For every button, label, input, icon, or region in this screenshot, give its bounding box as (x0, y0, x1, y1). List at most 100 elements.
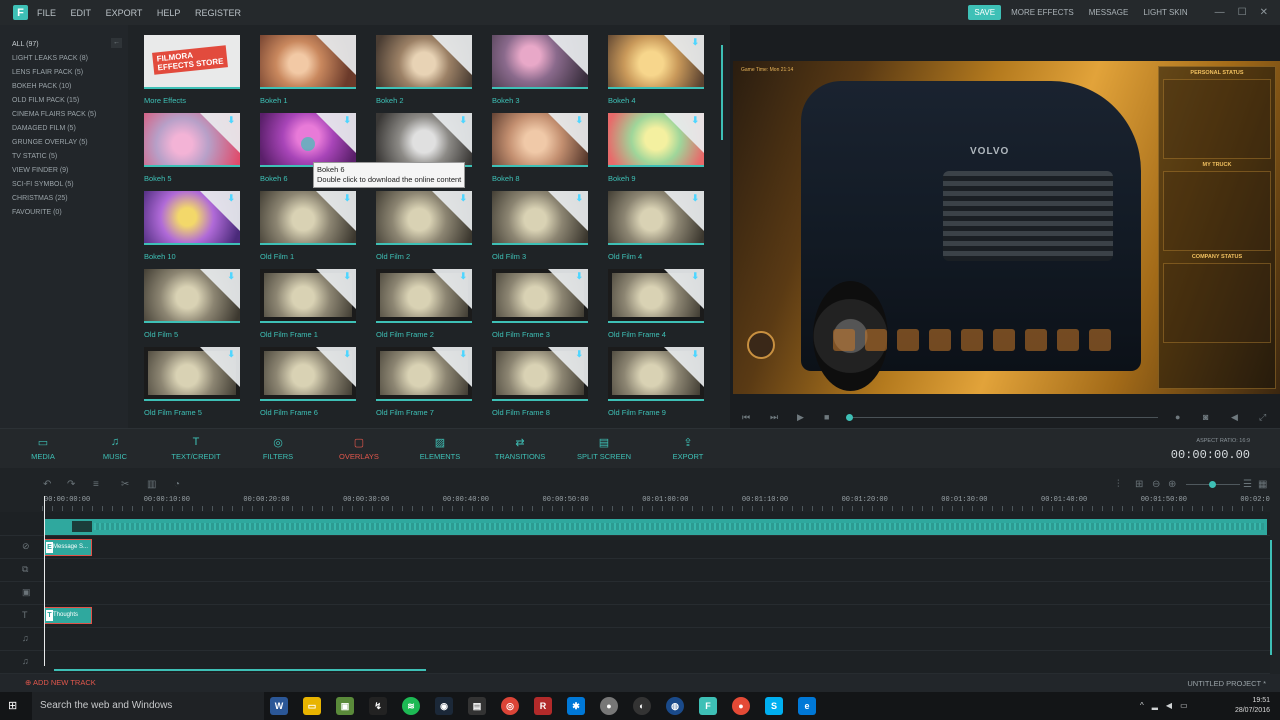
step-icon[interactable]: ⏭ (770, 412, 778, 423)
effect-thumbnail[interactable]: ⬇ (608, 191, 704, 245)
skype-icon[interactable]: S (765, 697, 783, 715)
audio-mixer-icon[interactable]: ⫶ (1117, 479, 1120, 490)
effect-tile[interactable]: ⬇ Old Film Frame 2 (376, 269, 472, 339)
track-text[interactable]: T T Thoughts (0, 605, 1270, 628)
effect-tile[interactable]: ⬇ Old Film Frame 6 (260, 347, 356, 417)
effect-tile[interactable]: FILMORA EFFECTS STORE More Effects (144, 35, 240, 105)
skip-back-icon[interactable]: ⏮ (742, 412, 750, 423)
download-icon[interactable]: ⬇ (691, 37, 699, 48)
effect-tile[interactable]: ⬇ Bokeh 9 (608, 113, 704, 183)
add-track-button[interactable]: ⊕ ADD NEW TRACK (25, 678, 96, 687)
download-icon[interactable]: ⬇ (227, 271, 235, 282)
effect-thumbnail[interactable]: ⬇ (608, 269, 704, 323)
list-view-icon[interactable]: ☰ (1243, 479, 1252, 490)
effect-thumbnail[interactable]: ⬇ (492, 191, 588, 245)
tab-split-screen[interactable]: ▤ SPLIT SCREEN (569, 436, 639, 461)
playhead[interactable] (44, 496, 45, 666)
clock[interactable]: 19:51 28/07/2016 (1235, 696, 1270, 716)
browser-icon[interactable]: ◍ (666, 697, 684, 715)
category-bokeh[interactable]: BOKEH PACK (10) (0, 80, 128, 94)
download-icon[interactable]: ⬇ (691, 271, 699, 282)
grid-view-icon[interactable]: ▦ (1258, 479, 1267, 490)
microphone-icon[interactable]: ● (1175, 412, 1180, 422)
effect-tile[interactable]: ⬇ Old Film 3 (492, 191, 588, 261)
download-icon[interactable]: ⬇ (691, 193, 699, 204)
download-icon[interactable]: ⬇ (459, 349, 467, 360)
effect-thumbnail[interactable]: ⬇ (492, 113, 588, 167)
download-icon[interactable]: ⬇ (459, 193, 467, 204)
effect-tile[interactable]: Bokeh 3 (492, 35, 588, 105)
windows-start-icon[interactable]: ⊞ (8, 699, 22, 713)
effect-tile[interactable]: Bokeh 2 (376, 35, 472, 105)
track-video[interactable] (0, 512, 1270, 536)
download-icon[interactable]: ⬇ (575, 271, 583, 282)
download-icon[interactable]: ⬇ (227, 349, 235, 360)
app-icon[interactable]: ↯ (369, 697, 387, 715)
effect-tile[interactable]: ⬇ Old Film Frame 1 (260, 269, 356, 339)
download-icon[interactable]: ⬇ (575, 349, 583, 360)
stop-icon[interactable]: ■ (824, 412, 829, 422)
track-music-1[interactable]: ♫ (0, 628, 1270, 651)
effect-tile[interactable]: ⬇ Old Film Frame 7 (376, 347, 472, 417)
volume-icon[interactable]: ◀ (1231, 412, 1238, 423)
elements-clip[interactable]: E Message S... (44, 539, 92, 556)
effect-thumbnail[interactable]: ⬇ (260, 191, 356, 245)
adjust-icon[interactable]: ≡ (93, 479, 99, 490)
recorder-icon[interactable]: ● (732, 697, 750, 715)
filmora-taskbar-icon[interactable]: F (699, 697, 717, 715)
timeline-vscrollbar[interactable] (1270, 540, 1272, 655)
menu-register[interactable]: REGISTER (195, 8, 241, 18)
zoom-out-icon[interactable]: ⊖ (1152, 479, 1160, 490)
effect-thumbnail[interactable]: ⬇ (144, 191, 240, 245)
tab-media[interactable]: ▭ MEDIA (8, 436, 78, 461)
effect-tile[interactable]: ⬇ Bokeh 4 (608, 35, 704, 105)
effect-thumbnail[interactable]: ⬇ (144, 269, 240, 323)
word-icon[interactable]: W (270, 697, 288, 715)
download-icon[interactable]: ⬇ (227, 193, 235, 204)
effect-thumbnail[interactable]: ⬇ (376, 269, 472, 323)
track-image[interactable]: ▣ (0, 582, 1270, 605)
close-icon[interactable]: ✕ (1260, 7, 1268, 18)
effect-thumbnail[interactable]: ⬇ (608, 113, 704, 167)
effect-thumbnail[interactable]: ⬇ (376, 191, 472, 245)
download-icon[interactable]: ⬇ (459, 271, 467, 282)
text-clip[interactable]: T Thoughts (44, 607, 92, 624)
tab-transitions[interactable]: ⇄ TRANSITIONS (485, 436, 555, 461)
category-tv-static[interactable]: TV STATIC (5) (0, 150, 128, 164)
effect-tile[interactable]: ⬇ Old Film Frame 3 (492, 269, 588, 339)
effect-thumbnail[interactable]: ⬇ (144, 347, 240, 401)
category-all[interactable]: ALL (97) (0, 38, 128, 52)
video-clip[interactable] (44, 519, 1267, 535)
delete-icon[interactable]: ▥ (147, 479, 156, 490)
app-settings-icon[interactable]: ✱ (567, 697, 585, 715)
effect-tile[interactable]: ⬇ Old Film 2 (376, 191, 472, 261)
tab-overlays[interactable]: ▢ OVERLAYS (324, 436, 394, 461)
effect-thumbnail[interactable] (260, 35, 356, 89)
effect-thumbnail[interactable]: ⬇ (260, 347, 356, 401)
effect-tile[interactable]: ⬇ Old Film 5 (144, 269, 240, 339)
effect-thumbnail[interactable] (492, 35, 588, 89)
download-icon[interactable]: ⬇ (227, 115, 235, 126)
tab-elements[interactable]: ▨ ELEMENTS (405, 436, 475, 461)
download-icon[interactable]: ⬇ (343, 271, 351, 282)
effect-thumbnail[interactable]: ⬇ (376, 113, 472, 167)
effect-tile[interactable]: ⬇ Old Film Frame 8 (492, 347, 588, 417)
effect-thumbnail[interactable]: ⬇ (608, 347, 704, 401)
effect-tile[interactable]: ⬇ Bokeh 8 (492, 113, 588, 183)
chrome-icon[interactable]: ◎ (501, 697, 519, 715)
effect-tile[interactable]: ⬇ Bokeh 5 (144, 113, 240, 183)
fullscreen-icon[interactable]: ⤢ (1259, 412, 1266, 423)
effect-thumbnail[interactable]: ⬇ (376, 347, 472, 401)
effect-thumbnail[interactable] (376, 35, 472, 89)
effect-tile[interactable]: Bokeh 1 (260, 35, 356, 105)
play-icon[interactable]: ▶ (797, 412, 804, 423)
effect-thumbnail[interactable]: ⬇ (260, 269, 356, 323)
snapshot-icon[interactable]: ◙ (1203, 412, 1208, 422)
light-skin-link[interactable]: LIGHT SKIN (1143, 8, 1187, 17)
steam-icon[interactable]: ◉ (435, 697, 453, 715)
network-icon[interactable]: ▂ (1152, 701, 1158, 710)
category-light-leaks[interactable]: LIGHT LEAKS PACK (8) (0, 52, 128, 66)
undo-icon[interactable]: ↶ (43, 479, 51, 490)
effect-tile[interactable]: ⬇ Old Film 1 (260, 191, 356, 261)
volume-tray-icon[interactable]: ◀ (1166, 701, 1172, 710)
